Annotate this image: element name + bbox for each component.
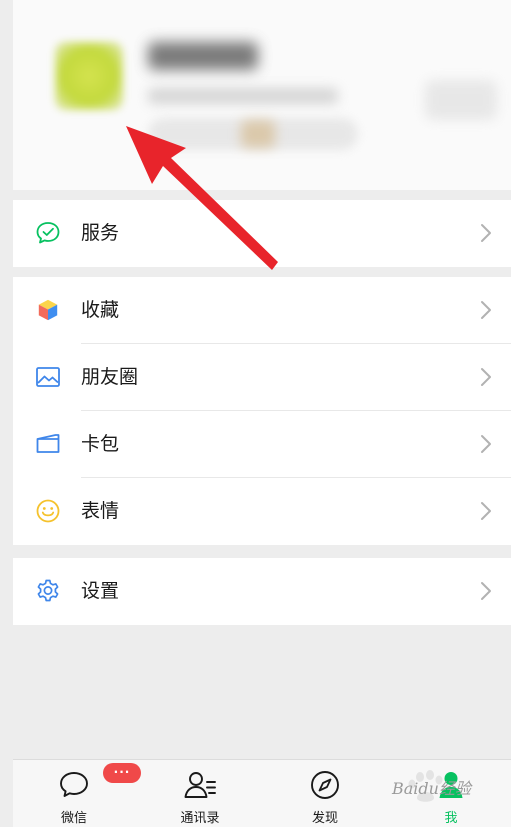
watermark-text: Baidu经验 bbox=[392, 779, 471, 798]
service-icon bbox=[36, 222, 60, 244]
menu-item-label: 服务 bbox=[81, 222, 120, 244]
me-page: 服务 收藏 朋友圈 卡包 表情 设置 ··· 微信 通讯录 发现 我 bbox=[13, 0, 511, 827]
favorites-icon bbox=[38, 299, 58, 321]
menu-item-label: 卡包 bbox=[81, 433, 120, 455]
menu-item-label: 朋友圈 bbox=[81, 366, 139, 388]
status-thumbnail-blurred bbox=[241, 120, 275, 148]
tab-chats[interactable]: ··· 微信 bbox=[29, 760, 141, 827]
sticker-icon bbox=[36, 499, 60, 523]
tab-label: 我 bbox=[444, 811, 458, 826]
tab-label: 微信 bbox=[60, 811, 87, 826]
chevron-right-icon bbox=[481, 582, 491, 600]
qr-code-area-blurred[interactable] bbox=[425, 80, 497, 120]
card-wallet-icon bbox=[36, 434, 60, 453]
nickname-blurred bbox=[148, 42, 258, 70]
moments-icon bbox=[36, 367, 60, 387]
menu-item-settings[interactable]: 设置 bbox=[13, 558, 511, 625]
tab-label: 通讯录 bbox=[180, 811, 220, 826]
chevron-right-icon bbox=[481, 224, 491, 242]
settings-group: 设置 bbox=[13, 558, 511, 625]
wechat-id-blurred bbox=[148, 88, 338, 104]
chevron-right-icon bbox=[481, 435, 491, 453]
compass-icon bbox=[280, 770, 370, 802]
menu-item-card-wallet[interactable]: 卡包 bbox=[13, 411, 511, 478]
menu-item-label: 表情 bbox=[81, 500, 120, 522]
chevron-right-icon bbox=[481, 301, 491, 319]
menu-item-stickers[interactable]: 表情 bbox=[13, 478, 511, 545]
services-group: 服务 bbox=[13, 200, 511, 267]
tab-discover[interactable]: 发现 bbox=[280, 760, 370, 827]
tab-contacts[interactable]: 通讯录 bbox=[155, 760, 245, 827]
contacts-icon bbox=[155, 770, 245, 802]
avatar[interactable] bbox=[55, 42, 123, 110]
unread-badge: ··· bbox=[103, 763, 141, 783]
menu-item-services[interactable]: 服务 bbox=[13, 200, 511, 267]
menu-item-label: 收藏 bbox=[81, 299, 120, 321]
tab-label: 发现 bbox=[311, 811, 338, 826]
chevron-right-icon bbox=[481, 368, 491, 386]
chevron-right-icon bbox=[481, 502, 491, 520]
menu-item-moments[interactable]: 朋友圈 bbox=[13, 344, 511, 411]
menu-item-label: 设置 bbox=[81, 580, 120, 602]
settings-icon bbox=[37, 579, 59, 602]
menu-item-favorites[interactable]: 收藏 bbox=[13, 277, 511, 344]
profile-header[interactable] bbox=[13, 0, 511, 190]
features-group: 收藏 朋友圈 卡包 表情 bbox=[13, 277, 511, 545]
